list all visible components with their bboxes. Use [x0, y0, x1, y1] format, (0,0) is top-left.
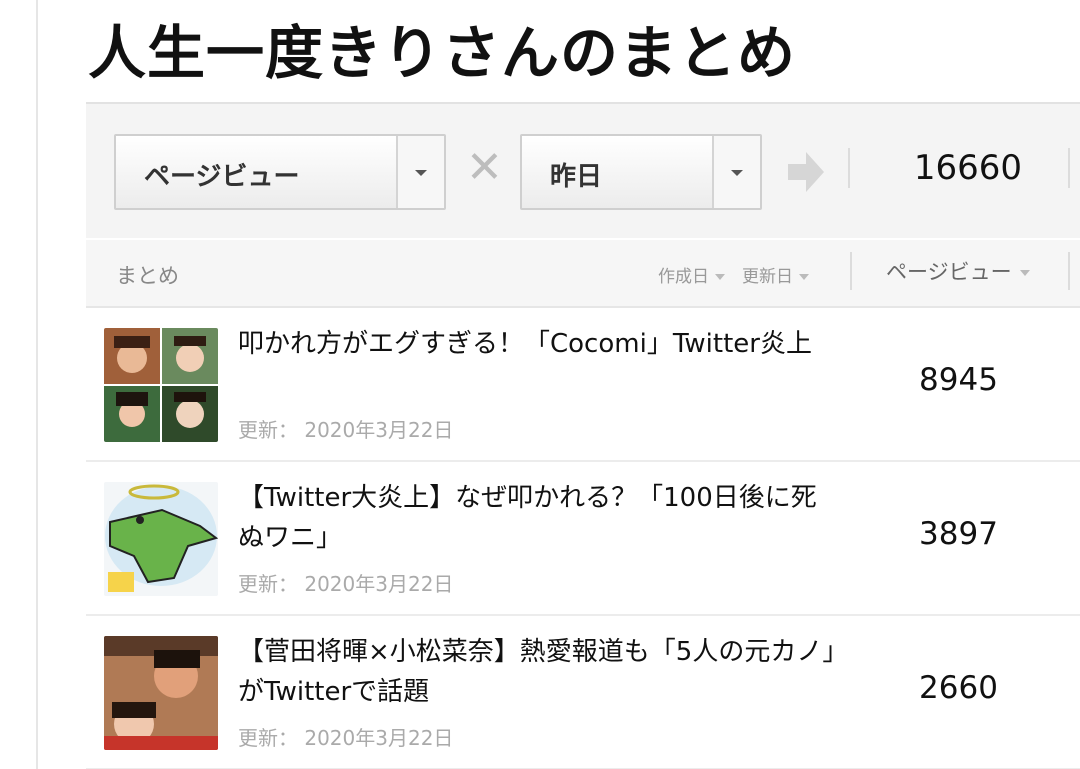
- item-pageviews: 8945: [919, 362, 998, 398]
- item-title[interactable]: 【菅田将暉×小松菜奈】熱愛報道も「5人の元カノ」がTwitterで話題: [238, 632, 838, 712]
- period-select-toggle[interactable]: [712, 136, 760, 208]
- sort-pageviews-label: ページビュー: [886, 260, 1012, 284]
- list-item[interactable]: 叩かれ方がエグすぎる！「Cocomi」Twitter炎上 更新： 2020年3月…: [86, 308, 1080, 462]
- item-title[interactable]: 叩かれ方がエグすぎる！「Cocomi」Twitter炎上: [238, 324, 838, 364]
- header-divider-right: [1068, 252, 1070, 290]
- item-updated: 更新： 2020年3月22日: [238, 568, 453, 597]
- sort-pageviews[interactable]: ページビュー: [886, 256, 1030, 286]
- chevron-down-icon: [415, 170, 427, 176]
- arrow-right-icon: [788, 152, 824, 192]
- header-matome: まとめ: [116, 264, 179, 288]
- updated-prefix: 更新：: [238, 572, 298, 596]
- item-thumbnail[interactable]: [104, 482, 218, 596]
- metric-select-toggle[interactable]: [396, 136, 444, 208]
- filter-divider-right: [1068, 148, 1070, 188]
- left-divider: [36, 0, 38, 769]
- sort-updated-label: 更新日: [742, 267, 793, 287]
- updated-prefix: 更新：: [238, 726, 298, 750]
- period-select[interactable]: 昨日: [520, 134, 762, 210]
- total-pageviews: 16660: [913, 148, 1023, 188]
- list-item[interactable]: 【菅田将暉×小松菜奈】熱愛報道も「5人の元カノ」がTwitterで話題 更新： …: [86, 616, 1080, 769]
- item-updated: 更新： 2020年3月22日: [238, 414, 453, 443]
- sort-created-label: 作成日: [658, 267, 709, 287]
- item-title[interactable]: 【Twitter大炎上】なぜ叩かれる？「100日後に死ぬワニ」: [238, 478, 838, 558]
- header-divider: [850, 252, 852, 290]
- updated-date: 2020年3月22日: [304, 572, 454, 596]
- page-title: 人生一度きりさんのまとめ: [88, 19, 797, 87]
- filter-bar: ページビュー ✕ 昨日 16660: [86, 102, 1080, 238]
- item-updated: 更新： 2020年3月22日: [238, 722, 453, 751]
- list-header: まとめ 作成日 更新日 ページビュー: [86, 240, 1080, 308]
- metric-select[interactable]: ページビュー: [114, 134, 446, 210]
- updated-date: 2020年3月22日: [304, 418, 454, 442]
- sort-caret-icon: [799, 274, 809, 280]
- list-item[interactable]: 【Twitter大炎上】なぜ叩かれる？「100日後に死ぬワニ」 更新： 2020…: [86, 462, 1080, 616]
- sort-caret-icon: [715, 274, 725, 280]
- updated-date: 2020年3月22日: [304, 726, 454, 750]
- item-pageviews: 2660: [919, 670, 998, 706]
- sort-created[interactable]: 作成日: [658, 262, 725, 287]
- item-thumbnail[interactable]: [104, 636, 218, 750]
- sort-caret-icon: [1019, 270, 1030, 276]
- period-select-value: 昨日: [550, 162, 603, 192]
- times-icon: ✕: [466, 142, 503, 193]
- updated-prefix: 更新：: [238, 418, 298, 442]
- sort-updated[interactable]: 更新日: [742, 262, 809, 287]
- chevron-down-icon: [731, 170, 743, 176]
- item-thumbnail[interactable]: [104, 328, 218, 442]
- item-pageviews: 3897: [919, 516, 998, 552]
- metric-select-value: ページビュー: [144, 162, 300, 192]
- filter-divider: [848, 148, 850, 188]
